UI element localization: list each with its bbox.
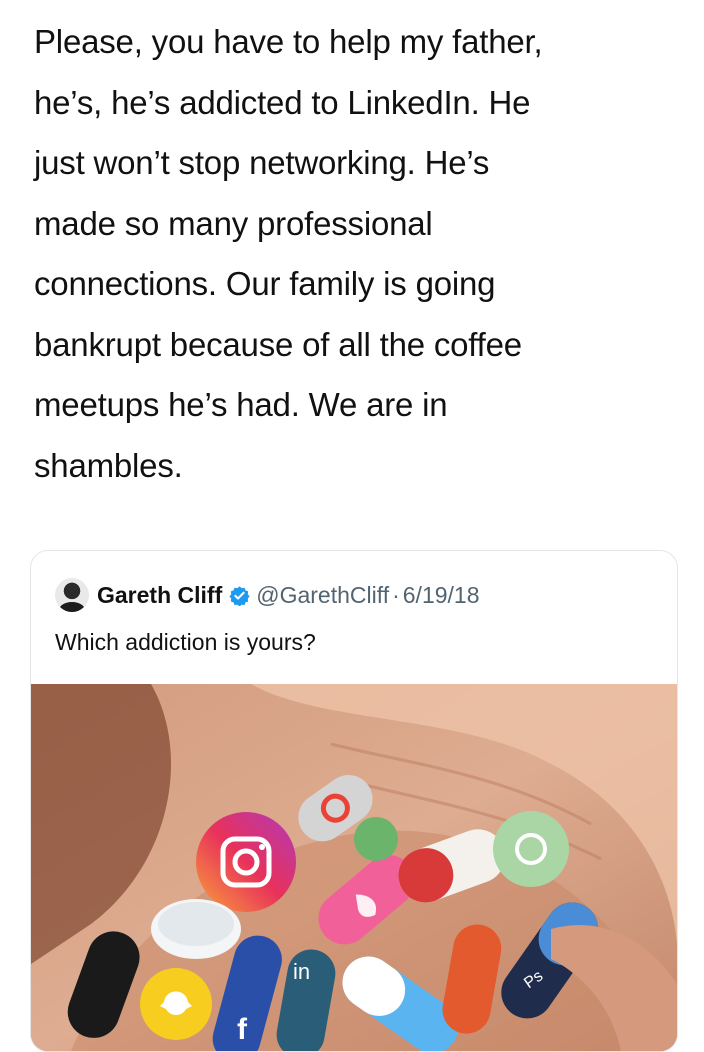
white-tablet [151, 899, 241, 959]
pills-in-hand-image[interactable]: f in Ps [31, 684, 677, 1051]
tweet-date[interactable]: 6/19/18 [403, 582, 480, 609]
quoted-tweet-card[interactable]: Gareth Cliff @GarethCliff · 6/19/18 Whic… [30, 550, 678, 1052]
snapchat-icon [140, 968, 212, 1040]
verified-badge-icon [229, 585, 250, 606]
author-name[interactable]: Gareth Cliff [97, 582, 222, 609]
green-pill [354, 817, 398, 861]
quoted-tweet-text: Which addiction is yours? [55, 629, 316, 655]
tweet-text: Please, you have to help my father, he’s… [34, 23, 543, 484]
instagram-icon [196, 812, 296, 912]
linkedin-label: in [293, 959, 310, 984]
author-handle[interactable]: @GarethCliff [256, 582, 389, 609]
whatsapp-icon [493, 811, 569, 887]
quoted-tweet-header: Gareth Cliff @GarethCliff · 6/19/18 [55, 575, 480, 615]
avatar[interactable] [55, 578, 89, 612]
facebook-label: f [237, 1013, 248, 1046]
separator-dot: · [392, 581, 400, 608]
